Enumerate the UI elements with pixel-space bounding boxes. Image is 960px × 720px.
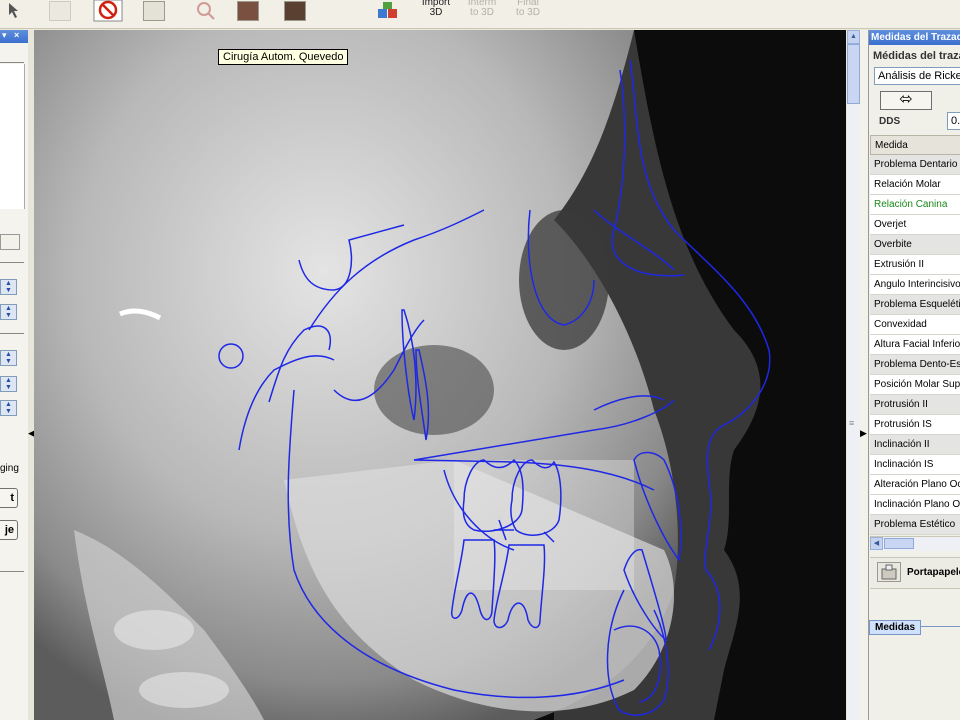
double-arrow-icon: ⬄ (899, 91, 913, 108)
import-3d-button[interactable]: Import 3D (414, 0, 458, 18)
prohibited-icon (93, 0, 123, 22)
scroll-thumb[interactable] (847, 44, 860, 104)
scroll-left-icon[interactable]: ◀ (870, 537, 883, 550)
left-panel: ▾ × ▲ ▼ ▲ ▼ ▲ ▼ ▲ ▼ ▲ ▼ ging t je (0, 30, 29, 720)
final-to-3d-button[interactable]: Final to 3D (506, 0, 550, 18)
3d-view-icon (378, 2, 397, 18)
table-row[interactable]: Inclinación Plano Oclusal (870, 495, 960, 515)
left-action-button-2[interactable]: je (0, 520, 18, 540)
table-row[interactable]: Inclinación II (870, 435, 960, 455)
vertical-scrollbar[interactable]: ▲ ≡ (847, 30, 860, 720)
divider (0, 262, 24, 263)
table-row[interactable]: Angulo Interincisivo (870, 275, 960, 295)
tool-no-button[interactable] (92, 0, 124, 22)
photo-icon (284, 1, 306, 21)
zoom-icon (197, 2, 215, 20)
dds-input[interactable]: 0. (947, 112, 960, 130)
collapse-right-icon[interactable]: ▶ (860, 428, 867, 439)
table-row[interactable]: Altura Facial Inferior (870, 335, 960, 355)
measurements-panel: Medidas del Trazado Médidas del trazado … (868, 30, 960, 720)
tool-photo1-button[interactable] (236, 0, 260, 22)
left-panel-title: ▾ × (0, 30, 28, 43)
left-list (0, 64, 25, 209)
spinner[interactable]: ▲ ▼ (0, 400, 17, 416)
dds-label: DDS (879, 116, 901, 127)
spinner[interactable]: ▲ ▼ (0, 376, 17, 392)
xray-image[interactable] (34, 30, 846, 720)
tool-layout-button[interactable] (142, 0, 166, 22)
tool-arrow-button[interactable] (2, 0, 26, 22)
clipboard-section[interactable]: Portapapeles (870, 557, 960, 589)
panel-title: Medidas del Trazado (869, 30, 960, 45)
divider (0, 571, 24, 572)
table-body: Problema Dentario Relación Molar Relación … (870, 155, 960, 535)
analysis-select[interactable]: Análisis de Ricketts (874, 67, 960, 85)
panel-subtitle: Médidas del trazado (873, 50, 960, 62)
spinner[interactable]: ▲ ▼ (0, 304, 17, 320)
collapse-icon[interactable]: ▾ (2, 30, 7, 41)
table-row[interactable]: Alteración Plano Oclusal (870, 475, 960, 495)
tab-medidas[interactable]: Medidas (869, 620, 922, 635)
table-row[interactable]: Problema Dentario (870, 155, 960, 175)
pointer-tool-icon (9, 3, 18, 18)
table-row[interactable]: Extrusión II (870, 255, 960, 275)
table-row[interactable]: Overbite (870, 235, 960, 255)
left-small-button[interactable] (0, 234, 20, 250)
spinner[interactable]: ▲ ▼ (0, 350, 17, 366)
table-row[interactable]: Protrusión II (870, 395, 960, 415)
table-row[interactable]: Overjet (870, 215, 960, 235)
table-row[interactable]: Posición Molar Superior (870, 375, 960, 395)
interm-to-3d-button[interactable]: Interm to 3D (460, 0, 504, 18)
tooltip: Cirugía Autom. Quevedo (218, 49, 349, 65)
table-row[interactable]: Relación Molar (870, 175, 960, 195)
table-row[interactable]: Relación Canina (870, 195, 960, 215)
close-icon[interactable]: × (14, 30, 19, 40)
scroll-thumb[interactable] (884, 538, 914, 549)
clipboard-label: Portapapeles (907, 567, 960, 578)
layout-icon (143, 1, 165, 21)
divider (0, 333, 24, 334)
left-action-button-1[interactable]: t (0, 488, 18, 508)
cephalometric-xray-view[interactable] (34, 30, 846, 720)
document-icon (49, 1, 71, 21)
left-partial-label: ging (0, 463, 19, 474)
spinner[interactable]: ▲ ▼ (0, 279, 17, 295)
tool-zoom-button[interactable] (194, 0, 218, 22)
divider (0, 62, 24, 63)
clipboard-icon[interactable] (877, 562, 901, 582)
table-row[interactable]: Convexidad (870, 315, 960, 335)
scroll-up-icon[interactable]: ▲ (847, 30, 860, 44)
table-row[interactable]: Problema Dento-Esquelético (870, 355, 960, 375)
resize-arrows-button[interactable]: ⬄ (880, 91, 932, 110)
photo-icon (237, 1, 259, 21)
right-splitter[interactable]: ▶ (860, 30, 868, 720)
tool-disabled-button[interactable] (48, 0, 72, 22)
toolbar: Import 3D Interm to 3D Final to 3D (0, 0, 960, 29)
tool-3d-button[interactable] (376, 0, 400, 22)
table-row[interactable]: Problema Estético (870, 515, 960, 535)
table-row[interactable]: Problema Esquelético (870, 295, 960, 315)
horizontal-scrollbar[interactable]: ◀ (870, 536, 960, 551)
tool-photo2-button[interactable] (283, 0, 307, 22)
grip-icon: ≡ (849, 418, 855, 428)
table-row[interactable]: Inclinación IS (870, 455, 960, 475)
table-row[interactable]: Protrusión IS (870, 415, 960, 435)
measurements-table: Medida Problema Dentario Relación Molar Re… (870, 135, 960, 535)
table-header[interactable]: Medida (870, 135, 960, 155)
